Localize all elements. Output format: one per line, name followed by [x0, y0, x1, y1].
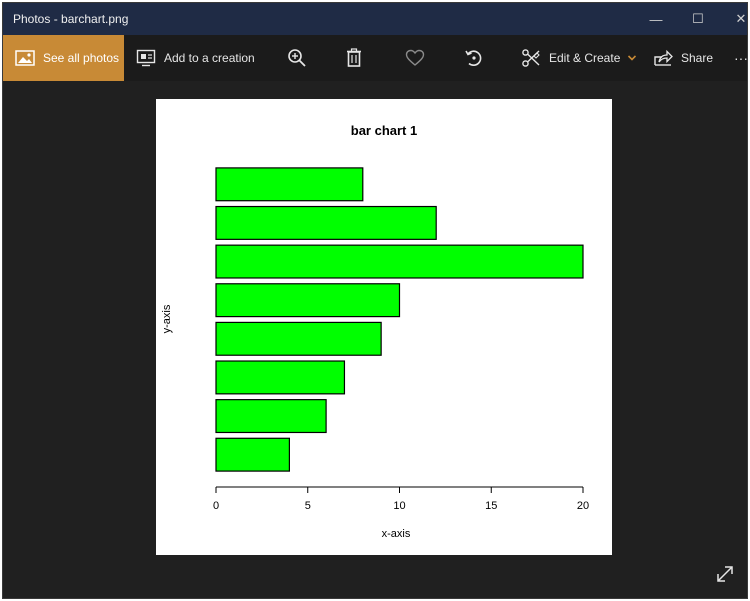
chart-bar [215, 437, 291, 472]
image-icon [15, 50, 35, 66]
add-to-creation-button[interactable]: Add to a creation [136, 35, 255, 81]
x-tick-label: 15 [485, 500, 497, 512]
bar-chart: bar chart 1 0 5 10 15 20 x-axis y-axis [161, 123, 589, 540]
chart-bar [215, 321, 382, 356]
favorite-heart-icon [405, 49, 425, 67]
see-all-photos-label: See all photos [43, 51, 120, 65]
chart-bar [215, 205, 437, 240]
share-icon [653, 49, 673, 67]
minimize-button[interactable]: — [633, 3, 679, 35]
chart-title: bar chart 1 [351, 123, 417, 138]
maximize-button[interactable]: ☐ [675, 3, 721, 35]
delete-button[interactable] [345, 35, 363, 81]
window-title: Photos - barchart.png [13, 12, 129, 26]
photos-window: Photos - barchart.png — ☐ ✕ See all phot… [2, 2, 748, 599]
x-tick-label: 10 [393, 500, 405, 512]
edit-create-icon [521, 48, 541, 68]
photo-canvas: bar chart 1 0 5 10 15 20 x-axis y-axis [3, 81, 747, 598]
y-axis-label: y-axis [161, 304, 173, 333]
edit-create-button[interactable]: Edit & Create [521, 35, 637, 81]
expand-icon [715, 564, 735, 589]
x-tick-label: 0 [213, 500, 219, 512]
more-button[interactable]: ··· [734, 35, 747, 81]
title-bar: Photos - barchart.png — ☐ ✕ [3, 3, 747, 35]
see-all-photos-button[interactable]: See all photos [3, 35, 124, 81]
x-tick-label: 5 [305, 500, 311, 512]
chevron-down-icon [627, 54, 637, 62]
chart-bar [215, 167, 364, 202]
photo-image: bar chart 1 0 5 10 15 20 x-axis y-axis [156, 99, 612, 555]
toolbar: See all photos Add to a creation Edit & … [3, 35, 747, 81]
rotate-icon [464, 48, 484, 68]
x-axis-label: x-axis [382, 528, 411, 540]
close-button[interactable]: ✕ [718, 3, 747, 35]
zoom-in-icon [287, 48, 307, 68]
add-to-creation-label: Add to a creation [164, 51, 255, 65]
x-tick-label: 20 [577, 500, 589, 512]
expand-button[interactable] [713, 564, 737, 588]
share-button[interactable]: Share [653, 35, 713, 81]
chart-bar [215, 244, 584, 279]
zoom-in-button[interactable] [287, 35, 307, 81]
favorite-button[interactable] [405, 35, 425, 81]
chart-bar [215, 283, 401, 318]
delete-icon [345, 48, 363, 68]
add-creation-icon [136, 49, 156, 67]
rotate-button[interactable] [464, 35, 484, 81]
chart-bar [215, 399, 327, 434]
share-label: Share [681, 51, 714, 65]
chart-bar [215, 360, 346, 395]
edit-create-label: Edit & Create [549, 51, 621, 65]
